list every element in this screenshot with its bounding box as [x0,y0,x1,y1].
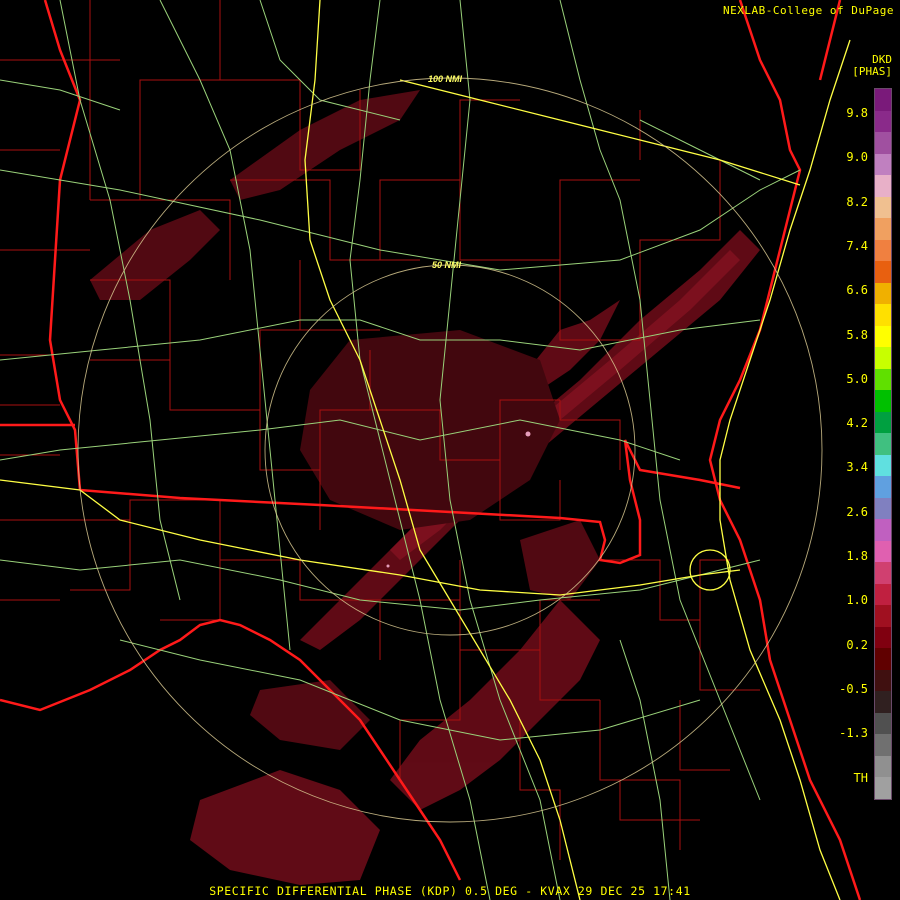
legend-swatch [875,540,891,563]
legend-swatch [875,648,891,671]
legend-tick-label: 1.8 [846,549,868,563]
legend-swatch [875,89,891,111]
legend-swatch [875,110,891,133]
legend-swatch [875,261,891,284]
legend-swatch [875,433,891,456]
radar-map: 100 NMI 50 NMI [0,0,900,900]
legend-swatch [875,239,891,262]
legend-swatch [875,777,891,800]
legend-swatch [875,712,891,735]
legend-swatch [875,347,891,370]
legend-tick-label: TH [853,770,868,785]
legend-tick-label: -1.3 [839,726,868,741]
legend-swatch [875,497,891,520]
legend-swatch [875,605,891,628]
product-label: DKD [PHAS] [852,54,892,78]
legend-swatch [875,390,891,413]
legend-tick-label: 1.0 [846,593,868,608]
legend-swatch [875,519,891,542]
ring-50nmi-label: 50 NMI [432,260,462,270]
product-caption: SPECIFIC DIFFERENTIAL PHASE (KDP) 0.5 DE… [209,884,691,898]
legend-swatch [875,153,891,176]
product-units: [PHAS] [852,65,892,78]
legend-tick-label: 3.4 [846,460,868,475]
legend-swatch [875,196,891,219]
legend-swatch [875,476,891,499]
legend-swatch [875,755,891,778]
legend-tick-label: 4.2 [846,416,868,431]
legend-tick-label: 9.0 [846,150,868,165]
legend-swatch [875,669,891,692]
legend-swatch [875,454,891,477]
legend-swatch [875,691,891,714]
legend-swatch [875,626,891,649]
echo-hotspot-2 [386,564,390,568]
legend-tick-label: 8.2 [846,194,868,209]
legend-swatch [875,304,891,327]
legend-tick-label: 2.6 [846,504,868,519]
legend-swatch [875,218,891,241]
legend-swatch [875,368,891,391]
legend-swatch [875,282,891,305]
color-legend [874,88,892,800]
legend-tick-label: 9.8 [846,106,868,120]
legend-swatch [875,411,891,434]
legend-swatch [875,132,891,155]
legend-swatch [875,583,891,606]
ring-100nmi-label: 100 NMI [428,74,463,84]
legend-swatch [875,325,891,348]
legend-tick-label: 0.2 [846,637,868,652]
legend-swatch [875,734,891,757]
legend-tick-label: 5.0 [846,371,868,386]
legend-tick-label: 7.4 [846,238,868,253]
echo-hotspot [525,431,531,437]
legend-swatch [875,175,891,198]
legend-swatch [875,562,891,585]
legend-tick-label: 5.8 [846,327,868,342]
legend-tick-label: -0.5 [839,681,868,696]
legend-tick-label: 6.6 [846,283,868,298]
credit-text: NEXLAB-College of DuPage [723,4,894,17]
